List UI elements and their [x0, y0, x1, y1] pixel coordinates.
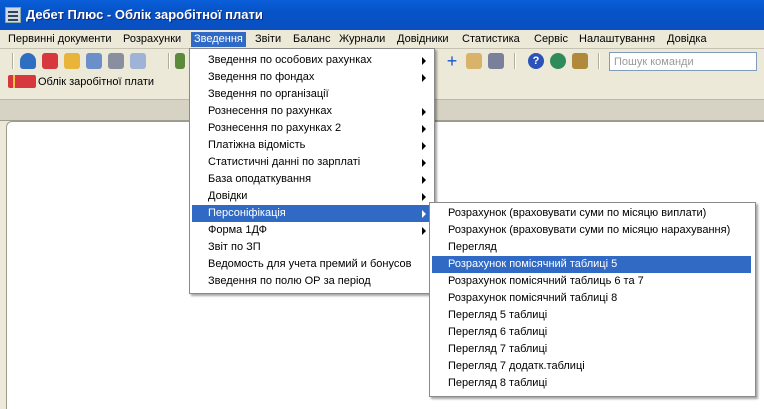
menu-bar: Первинні документи Розрахунки Зведення З… — [0, 30, 764, 49]
menu-item-vedomost-premii[interactable]: Ведомость для учета премий и бонусов — [192, 256, 430, 273]
menu-item-platizhna-vidomist[interactable]: Платіжна відомість — [192, 137, 430, 154]
toolbar-separator — [598, 53, 600, 69]
menu-nalashtuvannia[interactable]: Налаштування — [576, 32, 658, 47]
chevron-right-icon — [422, 159, 426, 167]
personifikatsiia-submenu: Розрахунок (враховувати суми по місяцю в… — [429, 202, 756, 397]
submenu-item-rozrakhunok-narakhuvannia[interactable]: Розрахунок (враховувати суми по місяцю н… — [432, 222, 751, 239]
zvedennia-menu: Зведення по особових рахунках Зведення п… — [189, 48, 435, 294]
save-icon[interactable] — [488, 53, 504, 69]
submenu-item-rozrakhunok-tablyts-6-7[interactable]: Розрахунок помісячний таблиць 6 та 7 — [432, 273, 751, 290]
menu-dovidnyky[interactable]: Довідники — [394, 32, 452, 47]
toolbar-separator — [514, 53, 516, 69]
chevron-right-icon — [422, 210, 426, 218]
menu-servis[interactable]: Сервіс — [531, 32, 571, 47]
chevron-right-icon — [422, 74, 426, 82]
chevron-right-icon — [422, 57, 426, 65]
crosshair-icon[interactable]: + — [444, 52, 460, 70]
globe-icon[interactable] — [550, 53, 566, 69]
menu-item-forma-1df[interactable]: Форма 1ДФ — [192, 222, 430, 239]
menu-pervynni[interactable]: Первинні документи — [5, 32, 115, 47]
menu-item-pole-or[interactable]: Зведення по полю ОР за період — [192, 273, 430, 290]
tools-icon[interactable] — [572, 53, 588, 69]
submenu-item-perehliad[interactable]: Перегляд — [432, 239, 751, 256]
menu-item-baza-opodatkuvannia[interactable]: База оподаткування — [192, 171, 430, 188]
menu-zvedennia[interactable]: Зведення — [191, 32, 246, 47]
menu-zhurnaly[interactable]: Журнали — [336, 32, 388, 47]
list-icon[interactable] — [130, 53, 146, 69]
search-input[interactable] — [609, 52, 757, 71]
gift-icon — [8, 75, 36, 88]
menu-zvity[interactable]: Звіти — [252, 32, 284, 47]
chevron-right-icon — [422, 227, 426, 235]
toolbar-separator — [168, 53, 170, 69]
title-bar: Дебет Плюс - Облік заробітної плати — [0, 0, 764, 30]
menu-item-personifikatsiia[interactable]: Персоніфікація — [192, 205, 430, 222]
mail-icon[interactable] — [466, 53, 482, 69]
percent-icon[interactable] — [64, 53, 80, 69]
menu-dovidka[interactable]: Довідка — [664, 32, 710, 47]
gift-icon[interactable] — [42, 53, 58, 69]
submenu-item-rozrakhunok-tablytsi-5[interactable]: Розрахунок помісячний таблиці 5 — [432, 256, 751, 273]
menu-item-osobovi-rakhunky[interactable]: Зведення по особових рахунках — [192, 52, 430, 69]
help-icon[interactable]: ? — [528, 53, 544, 69]
submenu-item-perehliad-7-dodatk[interactable]: Перегляд 7 додатк.таблиці — [432, 358, 751, 375]
chevron-right-icon — [422, 142, 426, 150]
menu-item-fondy[interactable]: Зведення по фондах — [192, 69, 430, 86]
grid-icon[interactable] — [86, 53, 102, 69]
submenu-item-rozrakhunok-vyplaty[interactable]: Розрахунок (враховувати суми по місяцю в… — [432, 205, 751, 222]
database-icon[interactable] — [20, 53, 36, 69]
submenu-item-perehliad-6[interactable]: Перегляд 6 таблиці — [432, 324, 751, 341]
submenu-item-perehliad-8[interactable]: Перегляд 8 таблиці — [432, 375, 751, 392]
menu-item-roznesennia-2[interactable]: Рознесення по рахунках 2 — [192, 120, 430, 137]
chevron-right-icon — [422, 193, 426, 201]
window-title: Дебет Плюс - Облік заробітної плати — [26, 7, 263, 22]
chevron-right-icon — [422, 176, 426, 184]
menu-balans[interactable]: Баланс — [290, 32, 333, 47]
submenu-item-perehliad-5[interactable]: Перегляд 5 таблиці — [432, 307, 751, 324]
chevron-right-icon — [422, 125, 426, 133]
submenu-item-perehliad-7[interactable]: Перегляд 7 таблиці — [432, 341, 751, 358]
menu-rozrakhunky[interactable]: Розрахунки — [120, 32, 184, 47]
chart-icon[interactable] — [175, 53, 185, 69]
shortcut-oblik[interactable]: Облік заробітної плати — [8, 74, 155, 90]
menu-item-roznesennia[interactable]: Рознесення по рахунках — [192, 103, 430, 120]
toolbar-separator — [12, 53, 14, 69]
app-icon — [5, 7, 21, 23]
menu-statystyka[interactable]: Статистика — [459, 32, 523, 47]
submenu-item-rozrakhunok-tablytsi-8[interactable]: Розрахунок помісячний таблиці 8 — [432, 290, 751, 307]
menu-item-zvit-po-zp[interactable]: Звіт по ЗП — [192, 239, 430, 256]
menu-item-orhanizatsiia[interactable]: Зведення по організації — [192, 86, 430, 103]
edit-icon[interactable] — [108, 53, 124, 69]
menu-item-dovidky[interactable]: Довідки — [192, 188, 430, 205]
menu-item-statystychni-danni[interactable]: Статистичні данні по зарплаті — [192, 154, 430, 171]
shortcut-label: Облік заробітної плати — [38, 76, 155, 88]
chevron-right-icon — [422, 108, 426, 116]
